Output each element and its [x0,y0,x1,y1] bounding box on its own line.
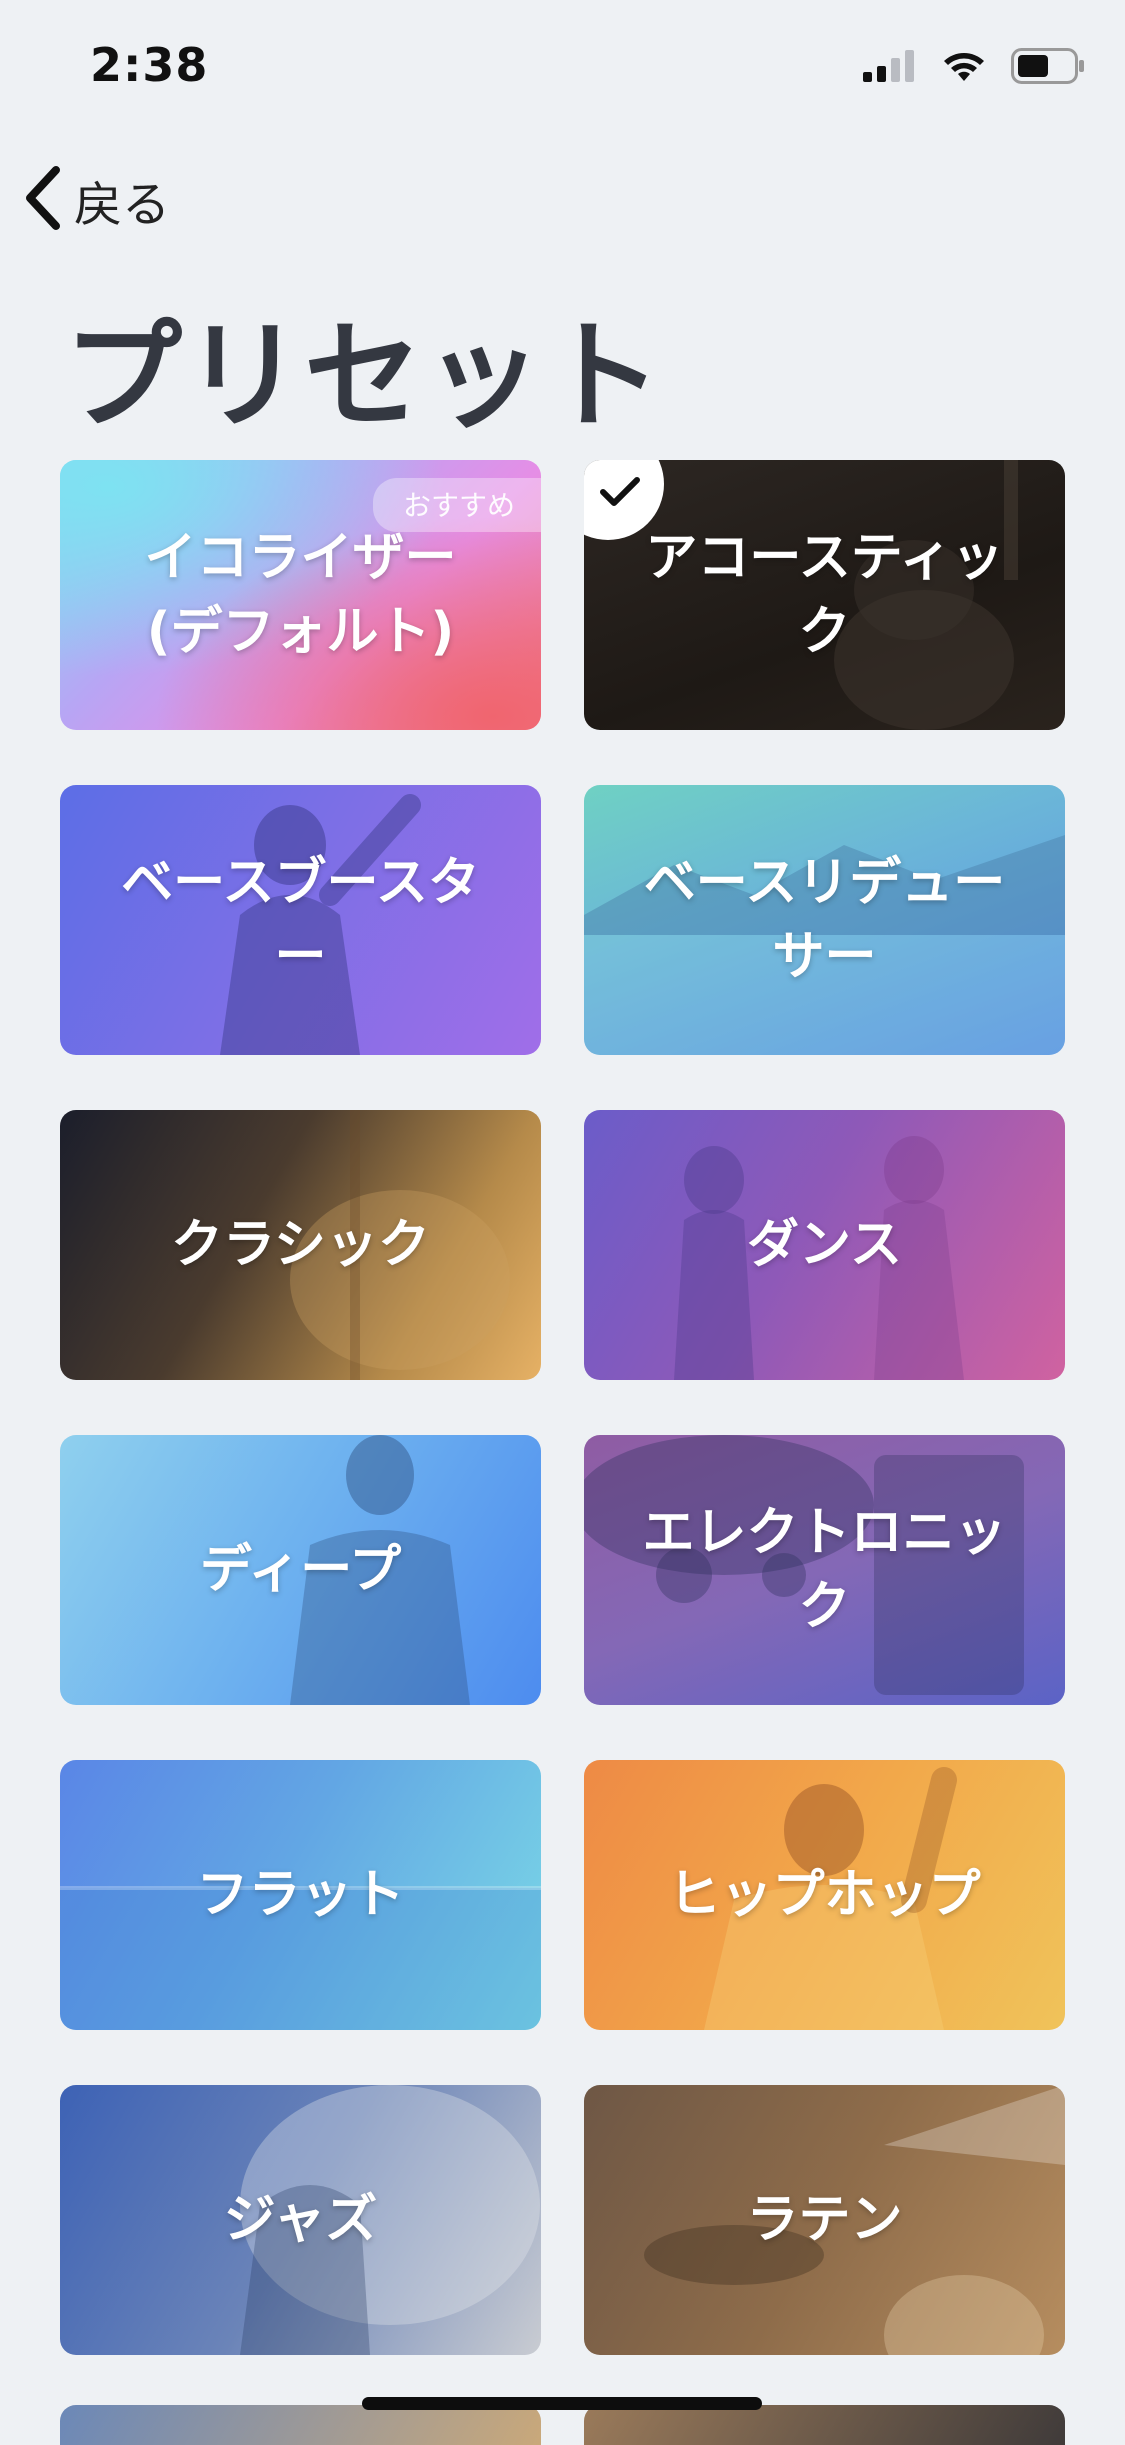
preset-label: ダンス [747,1215,902,1275]
preset-card-electronic[interactable]: エレクトロニッ ク [584,1435,1065,1705]
preset-card-bass-booster[interactable]: ベースブースタ ー [60,785,541,1055]
back-label: 戻る [74,177,171,233]
preset-card-acoustic[interactable]: アコースティッ ク [584,460,1065,730]
preset-card-partial[interactable] [60,2405,541,2445]
wifi-icon [941,49,987,87]
preset-card-dance[interactable]: ダンス [584,1110,1065,1380]
status-time: 2:38 [90,38,209,92]
preset-label: フラット [196,1865,405,1925]
preset-label: エレクトロニッ ク [642,1503,1007,1637]
preset-label: ベースブースタ ー [121,853,480,987]
preset-label: ベースリデュー サー [643,853,1006,987]
preset-card-partial[interactable] [584,2405,1065,2445]
preset-label: ジャズ [223,2190,378,2250]
preset-card-equalizer-default[interactable]: おすすめ イコライザー (デフォルト) [60,460,541,730]
chevron-left-icon [22,166,64,234]
preset-label: イコライザー (デフォルト) [144,528,457,662]
preset-card-latin[interactable]: ラテン [584,2085,1065,2355]
preset-label: アコースティッ ク [645,528,1004,662]
preset-card-jazz[interactable]: ジャズ [60,2085,541,2355]
status-icons [863,48,1085,88]
back-button[interactable]: 戻る [22,160,170,240]
home-indicator[interactable] [362,2397,762,2410]
battery-icon [1011,48,1085,88]
preset-card-classic[interactable]: クラシック [60,1110,541,1380]
preset-label: ディープ [199,1540,402,1600]
preset-card-hip-hop[interactable]: ヒップホップ [584,1760,1065,2030]
preset-label: ヒップホップ [668,1865,981,1925]
cellular-signal-icon [863,50,917,86]
preset-label: ラテン [746,2190,903,2250]
recommended-badge: おすすめ [372,478,541,532]
preset-label: クラシック [171,1215,430,1275]
preset-card-bass-reducer[interactable]: ベースリデュー サー [584,785,1065,1055]
preset-grid: おすすめ イコライザー (デフォルト) アコースティッ ク ベースブースタ ー [60,460,1065,2355]
preset-card-flat[interactable]: フラット [60,1760,541,2030]
checkmark-icon [600,477,640,506]
status-bar: 2:38 [0,0,1125,140]
preset-card-deep[interactable]: ディープ [60,1435,541,1705]
page-title: プリセット [64,307,665,445]
